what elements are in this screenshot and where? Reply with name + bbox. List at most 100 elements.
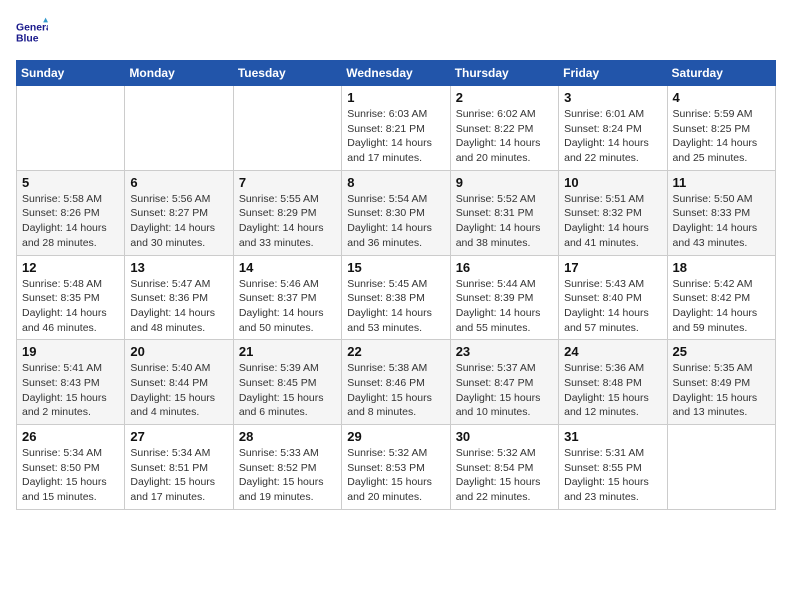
day-info: Sunrise: 5:40 AMSunset: 8:44 PMDaylight:… — [130, 361, 227, 420]
calendar-cell — [17, 86, 125, 171]
day-info: Sunrise: 5:31 AMSunset: 8:55 PMDaylight:… — [564, 446, 661, 505]
calendar-cell — [233, 86, 341, 171]
day-info: Sunrise: 5:43 AMSunset: 8:40 PMDaylight:… — [564, 277, 661, 336]
day-info: Sunrise: 5:47 AMSunset: 8:36 PMDaylight:… — [130, 277, 227, 336]
weekday-header: Tuesday — [233, 61, 341, 86]
day-info: Sunrise: 6:01 AMSunset: 8:24 PMDaylight:… — [564, 107, 661, 166]
calendar-cell: 5 Sunrise: 5:58 AMSunset: 8:26 PMDaylight… — [17, 170, 125, 255]
day-info: Sunrise: 6:02 AMSunset: 8:22 PMDaylight:… — [456, 107, 553, 166]
day-info: Sunrise: 5:59 AMSunset: 8:25 PMDaylight:… — [673, 107, 770, 166]
weekday-header: Sunday — [17, 61, 125, 86]
calendar-cell: 15 Sunrise: 5:45 AMSunset: 8:38 PMDayligh… — [342, 255, 450, 340]
day-info: Sunrise: 5:52 AMSunset: 8:31 PMDaylight:… — [456, 192, 553, 251]
day-info: Sunrise: 5:42 AMSunset: 8:42 PMDaylight:… — [673, 277, 770, 336]
day-info: Sunrise: 5:36 AMSunset: 8:48 PMDaylight:… — [564, 361, 661, 420]
calendar-cell: 31 Sunrise: 5:31 AMSunset: 8:55 PMDayligh… — [559, 425, 667, 510]
day-info: Sunrise: 5:33 AMSunset: 8:52 PMDaylight:… — [239, 446, 336, 505]
calendar-cell: 17 Sunrise: 5:43 AMSunset: 8:40 PMDayligh… — [559, 255, 667, 340]
calendar-cell: 1 Sunrise: 6:03 AMSunset: 8:21 PMDaylight… — [342, 86, 450, 171]
calendar-cell: 21 Sunrise: 5:39 AMSunset: 8:45 PMDayligh… — [233, 340, 341, 425]
calendar-week-row: 12 Sunrise: 5:48 AMSunset: 8:35 PMDayligh… — [17, 255, 776, 340]
calendar-cell: 12 Sunrise: 5:48 AMSunset: 8:35 PMDayligh… — [17, 255, 125, 340]
day-info: Sunrise: 5:34 AMSunset: 8:51 PMDaylight:… — [130, 446, 227, 505]
day-info: Sunrise: 5:51 AMSunset: 8:32 PMDaylight:… — [564, 192, 661, 251]
day-info: Sunrise: 5:38 AMSunset: 8:46 PMDaylight:… — [347, 361, 444, 420]
calendar-cell: 9Sunrise: 5:52 AMSunset: 8:31 PMDaylight… — [450, 170, 558, 255]
day-number: 18 — [673, 260, 770, 275]
day-info: Sunrise: 5:55 AMSunset: 8:29 PMDaylight:… — [239, 192, 336, 251]
calendar-cell: 27 Sunrise: 5:34 AMSunset: 8:51 PMDayligh… — [125, 425, 233, 510]
day-info: Sunrise: 5:54 AMSunset: 8:30 PMDaylight:… — [347, 192, 444, 251]
day-number: 12 — [22, 260, 119, 275]
day-info: Sunrise: 5:48 AMSunset: 8:35 PMDaylight:… — [22, 277, 119, 336]
page-header: General Blue — [16, 16, 776, 48]
calendar-cell: 6 Sunrise: 5:56 AMSunset: 8:27 PMDaylight… — [125, 170, 233, 255]
calendar-cell: 20 Sunrise: 5:40 AMSunset: 8:44 PMDayligh… — [125, 340, 233, 425]
day-number: 8 — [347, 175, 444, 190]
calendar-cell: 10 Sunrise: 5:51 AMSunset: 8:32 PMDayligh… — [559, 170, 667, 255]
day-info: Sunrise: 5:45 AMSunset: 8:38 PMDaylight:… — [347, 277, 444, 336]
day-number: 6 — [130, 175, 227, 190]
calendar-cell — [125, 86, 233, 171]
day-info: Sunrise: 5:41 AMSunset: 8:43 PMDaylight:… — [22, 361, 119, 420]
day-number: 10 — [564, 175, 661, 190]
day-number: 20 — [130, 344, 227, 359]
day-number: 23 — [456, 344, 553, 359]
day-info: Sunrise: 5:37 AMSunset: 8:47 PMDaylight:… — [456, 361, 553, 420]
calendar-week-row: 5 Sunrise: 5:58 AMSunset: 8:26 PMDaylight… — [17, 170, 776, 255]
calendar-cell: 30Sunrise: 5:32 AMSunset: 8:54 PMDayligh… — [450, 425, 558, 510]
day-info: Sunrise: 5:34 AMSunset: 8:50 PMDaylight:… — [22, 446, 119, 505]
calendar-cell: 8 Sunrise: 5:54 AMSunset: 8:30 PMDaylight… — [342, 170, 450, 255]
day-number: 14 — [239, 260, 336, 275]
day-info: Sunrise: 5:32 AMSunset: 8:53 PMDaylight:… — [347, 446, 444, 505]
day-number: 5 — [22, 175, 119, 190]
day-number: 21 — [239, 344, 336, 359]
day-number: 31 — [564, 429, 661, 444]
day-number: 17 — [564, 260, 661, 275]
day-number: 16 — [456, 260, 553, 275]
calendar-cell: 25Sunrise: 5:35 AMSunset: 8:49 PMDayligh… — [667, 340, 775, 425]
day-info: Sunrise: 5:58 AMSunset: 8:26 PMDaylight:… — [22, 192, 119, 251]
calendar-cell: 2Sunrise: 6:02 AMSunset: 8:22 PMDaylight… — [450, 86, 558, 171]
calendar-week-row: 26Sunrise: 5:34 AMSunset: 8:50 PMDayligh… — [17, 425, 776, 510]
calendar-cell: 3 Sunrise: 6:01 AMSunset: 8:24 PMDaylight… — [559, 86, 667, 171]
day-info: Sunrise: 5:50 AMSunset: 8:33 PMDaylight:… — [673, 192, 770, 251]
weekday-header: Saturday — [667, 61, 775, 86]
calendar-cell: 28 Sunrise: 5:33 AMSunset: 8:52 PMDayligh… — [233, 425, 341, 510]
calendar-cell: 26Sunrise: 5:34 AMSunset: 8:50 PMDayligh… — [17, 425, 125, 510]
day-info: Sunrise: 5:35 AMSunset: 8:49 PMDaylight:… — [673, 361, 770, 420]
weekday-header: Monday — [125, 61, 233, 86]
day-number: 3 — [564, 90, 661, 105]
weekday-header: Wednesday — [342, 61, 450, 86]
calendar-cell: 22 Sunrise: 5:38 AMSunset: 8:46 PMDayligh… — [342, 340, 450, 425]
calendar-cell — [667, 425, 775, 510]
calendar-cell: 7Sunrise: 5:55 AMSunset: 8:29 PMDaylight… — [233, 170, 341, 255]
day-number: 11 — [673, 175, 770, 190]
weekday-header-row: SundayMondayTuesdayWednesdayThursdayFrid… — [17, 61, 776, 86]
day-info: Sunrise: 5:39 AMSunset: 8:45 PMDaylight:… — [239, 361, 336, 420]
day-number: 1 — [347, 90, 444, 105]
calendar-cell: 16 Sunrise: 5:44 AMSunset: 8:39 PMDayligh… — [450, 255, 558, 340]
day-info: Sunrise: 6:03 AMSunset: 8:21 PMDaylight:… — [347, 107, 444, 166]
logo: General Blue — [16, 16, 52, 48]
weekday-header: Friday — [559, 61, 667, 86]
calendar-cell: 13 Sunrise: 5:47 AMSunset: 8:36 PMDayligh… — [125, 255, 233, 340]
day-number: 29 — [347, 429, 444, 444]
day-number: 13 — [130, 260, 227, 275]
day-number: 28 — [239, 429, 336, 444]
day-info: Sunrise: 5:44 AMSunset: 8:39 PMDaylight:… — [456, 277, 553, 336]
svg-text:Blue: Blue — [16, 34, 39, 45]
calendar-cell: 18 Sunrise: 5:42 AMSunset: 8:42 PMDayligh… — [667, 255, 775, 340]
calendar-cell: 11 Sunrise: 5:50 AMSunset: 8:33 PMDayligh… — [667, 170, 775, 255]
day-info: Sunrise: 5:56 AMSunset: 8:27 PMDaylight:… — [130, 192, 227, 251]
calendar-week-row: 1 Sunrise: 6:03 AMSunset: 8:21 PMDaylight… — [17, 86, 776, 171]
day-number: 22 — [347, 344, 444, 359]
calendar-cell: 24Sunrise: 5:36 AMSunset: 8:48 PMDayligh… — [559, 340, 667, 425]
day-number: 27 — [130, 429, 227, 444]
day-number: 15 — [347, 260, 444, 275]
day-info: Sunrise: 5:32 AMSunset: 8:54 PMDaylight:… — [456, 446, 553, 505]
calendar-cell: 19 Sunrise: 5:41 AMSunset: 8:43 PMDayligh… — [17, 340, 125, 425]
logo-icon: General Blue — [16, 16, 48, 48]
day-number: 19 — [22, 344, 119, 359]
calendar-cell: 14Sunrise: 5:46 AMSunset: 8:37 PMDayligh… — [233, 255, 341, 340]
